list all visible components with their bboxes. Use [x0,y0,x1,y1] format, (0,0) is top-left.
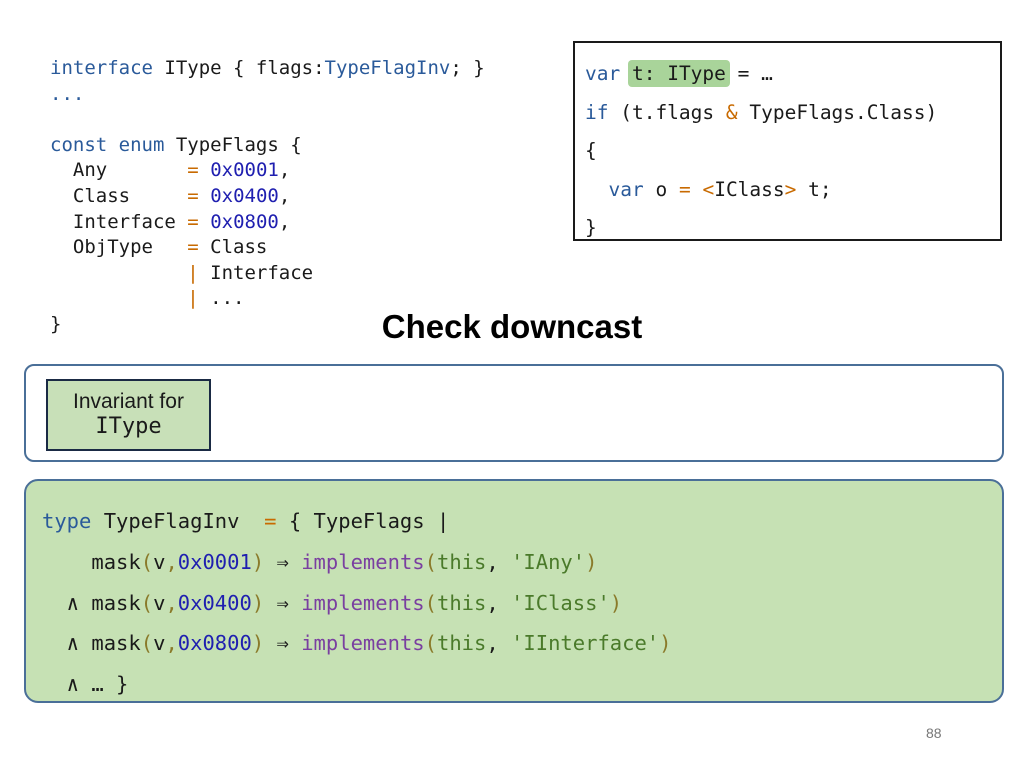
code-line: } [585,216,597,239]
code-line: type TypeFlagInv = { TypeFlags | [42,509,450,533]
code-line: ∧ mask(v,0x0800) ⇒ implements(this, 'IIn… [42,631,672,656]
code-line: ObjType = Class [50,236,268,259]
code-line: { [585,139,597,162]
page-number: 88 [926,725,942,741]
code-line: ∧ mask(v,0x0400) ⇒ implements(this, 'ICl… [42,590,623,615]
invariant-type-name: IType [95,414,162,439]
code-line: var o = <IClass> t; [608,177,832,201]
invariant-label-box: Invariant for IType [46,379,211,451]
slide-title: Check downcast [381,308,643,345]
code-line: ... [50,82,85,105]
downcast-code-box: var t: IType = … if (t.flags & TypeFlags… [573,41,1002,241]
code-line: Any = 0x0001, [50,159,291,182]
code-line: ∧ … } [42,672,129,697]
code-line: var t: IType = … [585,60,773,87]
code-line: | Interface [187,261,314,284]
code-line: if (t.flags & TypeFlags.Class) [585,100,938,124]
code-line: Class = 0x0400, [50,184,291,207]
code-line: interface IType { flags:TypeFlagInv; } [50,57,485,79]
code-line: mask(v,0x0001) ⇒ implements(this, 'IAny'… [91,549,598,574]
type-definition-panel: type TypeFlagInv = { TypeFlags | mask(v,… [24,479,1004,703]
code-line: Interface = 0x0800, [50,210,291,233]
highlighted-declaration: t: IType [627,60,730,87]
type-definition-code: type TypeFlagInv = { TypeFlags | mask(v,… [42,501,672,705]
code-line: | ... [187,287,245,310]
invariant-panel: Invariant for IType [24,364,1004,462]
enum-code-block: interface IType { flags:TypeFlagInv; } .… [50,56,485,338]
code-line: const enum TypeFlags { [50,133,302,156]
invariant-label-text: Invariant for [73,390,184,413]
downcast-code: var t: IType = … if (t.flags & TypeFlags… [585,55,937,248]
